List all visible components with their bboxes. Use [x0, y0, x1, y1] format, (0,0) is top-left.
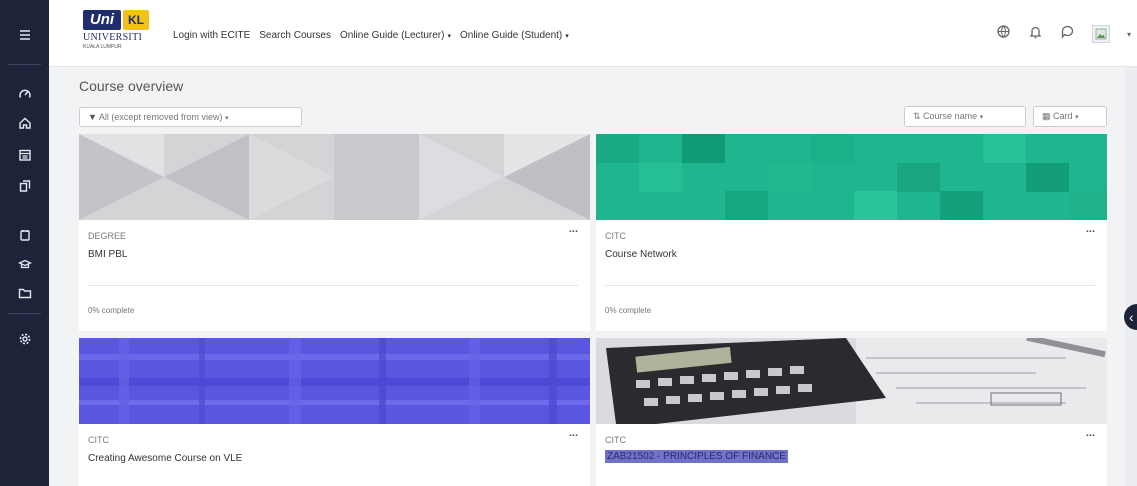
- page-title: Course overview: [79, 78, 184, 94]
- notification-bell-icon[interactable]: [1028, 24, 1043, 44]
- primary-nav: Login with ECITE Search Courses Online G…: [173, 30, 569, 41]
- caret-down-icon: ▾: [224, 115, 229, 122]
- top-navbar: Uni KL UNIVERSITI KUALA LUMPUR Login wit…: [49, 0, 1137, 67]
- course-actions-menu-icon[interactable]: ...: [569, 223, 578, 235]
- course-card[interactable]: CITC ZAB21502 - PRINCIPLES OF FINANCE ..…: [596, 338, 1107, 486]
- nav-login-ecite[interactable]: Login with ECITE: [173, 30, 250, 41]
- nav-label: Online Guide (Lecturer): [339, 30, 445, 41]
- course-actions-menu-icon[interactable]: ...: [569, 427, 578, 439]
- messages-icon[interactable]: [1060, 24, 1075, 44]
- grouping-filter-dropdown[interactable]: ▼ All (except removed from view) ▾: [79, 107, 302, 127]
- folder-icon[interactable]: [0, 279, 49, 307]
- sort-label: Course name: [923, 111, 978, 121]
- nav-online-guide-lecturer[interactable]: Online Guide (Lecturer) ▾: [340, 30, 451, 41]
- course-name-link[interactable]: Creating Awesome Course on VLE: [88, 453, 242, 464]
- course-image-calculator-photo[interactable]: [596, 338, 1107, 424]
- course-name-link[interactable]: BMI PBL: [88, 249, 127, 260]
- language-icon[interactable]: [996, 24, 1011, 44]
- sidebar-divider: [8, 313, 41, 314]
- university-logo[interactable]: Uni KL UNIVERSITI KUALA LUMPUR: [83, 10, 149, 50]
- filter-label: All (except removed from view): [98, 112, 223, 122]
- course-image-green-squares[interactable]: [596, 134, 1107, 220]
- nav-label: Search Courses: [259, 30, 331, 41]
- nav-label: Login with ECITE: [173, 30, 251, 41]
- nav-online-guide-student[interactable]: Online Guide (Student) ▾: [460, 30, 569, 41]
- logo-subtitle: KUALA LUMPUR: [83, 44, 122, 50]
- files-icon[interactable]: [0, 172, 49, 200]
- calendar-icon[interactable]: [0, 141, 49, 169]
- course-card[interactable]: CITC Course Network ... 0% complete: [596, 134, 1107, 331]
- sort-dropdown[interactable]: ⇅ Course name ▾: [904, 106, 1026, 127]
- settings-icon[interactable]: [0, 325, 49, 353]
- logo-kl-text: KL: [123, 10, 149, 30]
- content-bank-icon[interactable]: [0, 221, 49, 249]
- nav-search-courses[interactable]: Search Courses: [259, 30, 331, 41]
- logo-name: UNIVERSITI: [83, 32, 143, 43]
- filter-icon: ▼: [88, 112, 99, 122]
- course-name-link[interactable]: ZAB21502 - PRINCIPLES OF FINANCE: [605, 450, 788, 463]
- caret-down-icon: ▾: [565, 33, 569, 40]
- course-category: DEGREE: [88, 231, 127, 241]
- courses-icon[interactable]: [0, 250, 49, 278]
- course-category: CITC: [605, 435, 626, 445]
- page-scrollbar[interactable]: [1125, 67, 1137, 486]
- nav-label: Online Guide (Student): [459, 30, 563, 41]
- dashboard-icon[interactable]: [0, 80, 49, 108]
- logo-uni-text: Uni: [83, 10, 121, 30]
- course-image-gray-triangles[interactable]: [79, 134, 590, 220]
- selected-text: ZAB21502 - PRINCIPLES OF FINANCE: [605, 450, 788, 463]
- home-icon[interactable]: [0, 109, 49, 137]
- course-actions-menu-icon[interactable]: ...: [1086, 223, 1095, 235]
- grid-icon: ▦: [1042, 111, 1054, 121]
- app-frame: Uni KL UNIVERSITI KUALA LUMPUR Login wit…: [0, 0, 1137, 486]
- course-image-purple-plaid[interactable]: [79, 338, 590, 424]
- left-sidebar: [0, 0, 49, 486]
- top-right-icons: ▾: [996, 22, 1137, 46]
- course-category: CITC: [88, 435, 109, 445]
- course-name-link[interactable]: Course Network: [605, 249, 677, 260]
- course-card[interactable]: CITC Creating Awesome Course on VLE ...: [79, 338, 590, 486]
- chevron-down-icon[interactable]: ▾: [1127, 30, 1131, 39]
- view-label: Card: [1053, 111, 1073, 121]
- card-divider: [88, 285, 578, 286]
- course-card[interactable]: DEGREE BMI PBL ... 0% complete: [79, 134, 590, 331]
- sort-icon: ⇅: [913, 111, 924, 121]
- course-category: CITC: [605, 231, 626, 241]
- menu-icon[interactable]: [0, 21, 49, 49]
- course-progress-text: 0% complete: [88, 306, 135, 315]
- course-actions-menu-icon[interactable]: ...: [1086, 427, 1095, 439]
- caret-down-icon: ▾: [447, 33, 451, 40]
- caret-down-icon: ▾: [979, 114, 984, 121]
- card-divider: [605, 285, 1095, 286]
- caret-down-icon: ▾: [1075, 114, 1079, 121]
- sidebar-divider: [8, 64, 41, 65]
- view-mode-dropdown[interactable]: ▦ Card ▾: [1033, 106, 1107, 127]
- course-progress-text: 0% complete: [605, 306, 652, 315]
- user-avatar-icon[interactable]: [1091, 25, 1110, 43]
